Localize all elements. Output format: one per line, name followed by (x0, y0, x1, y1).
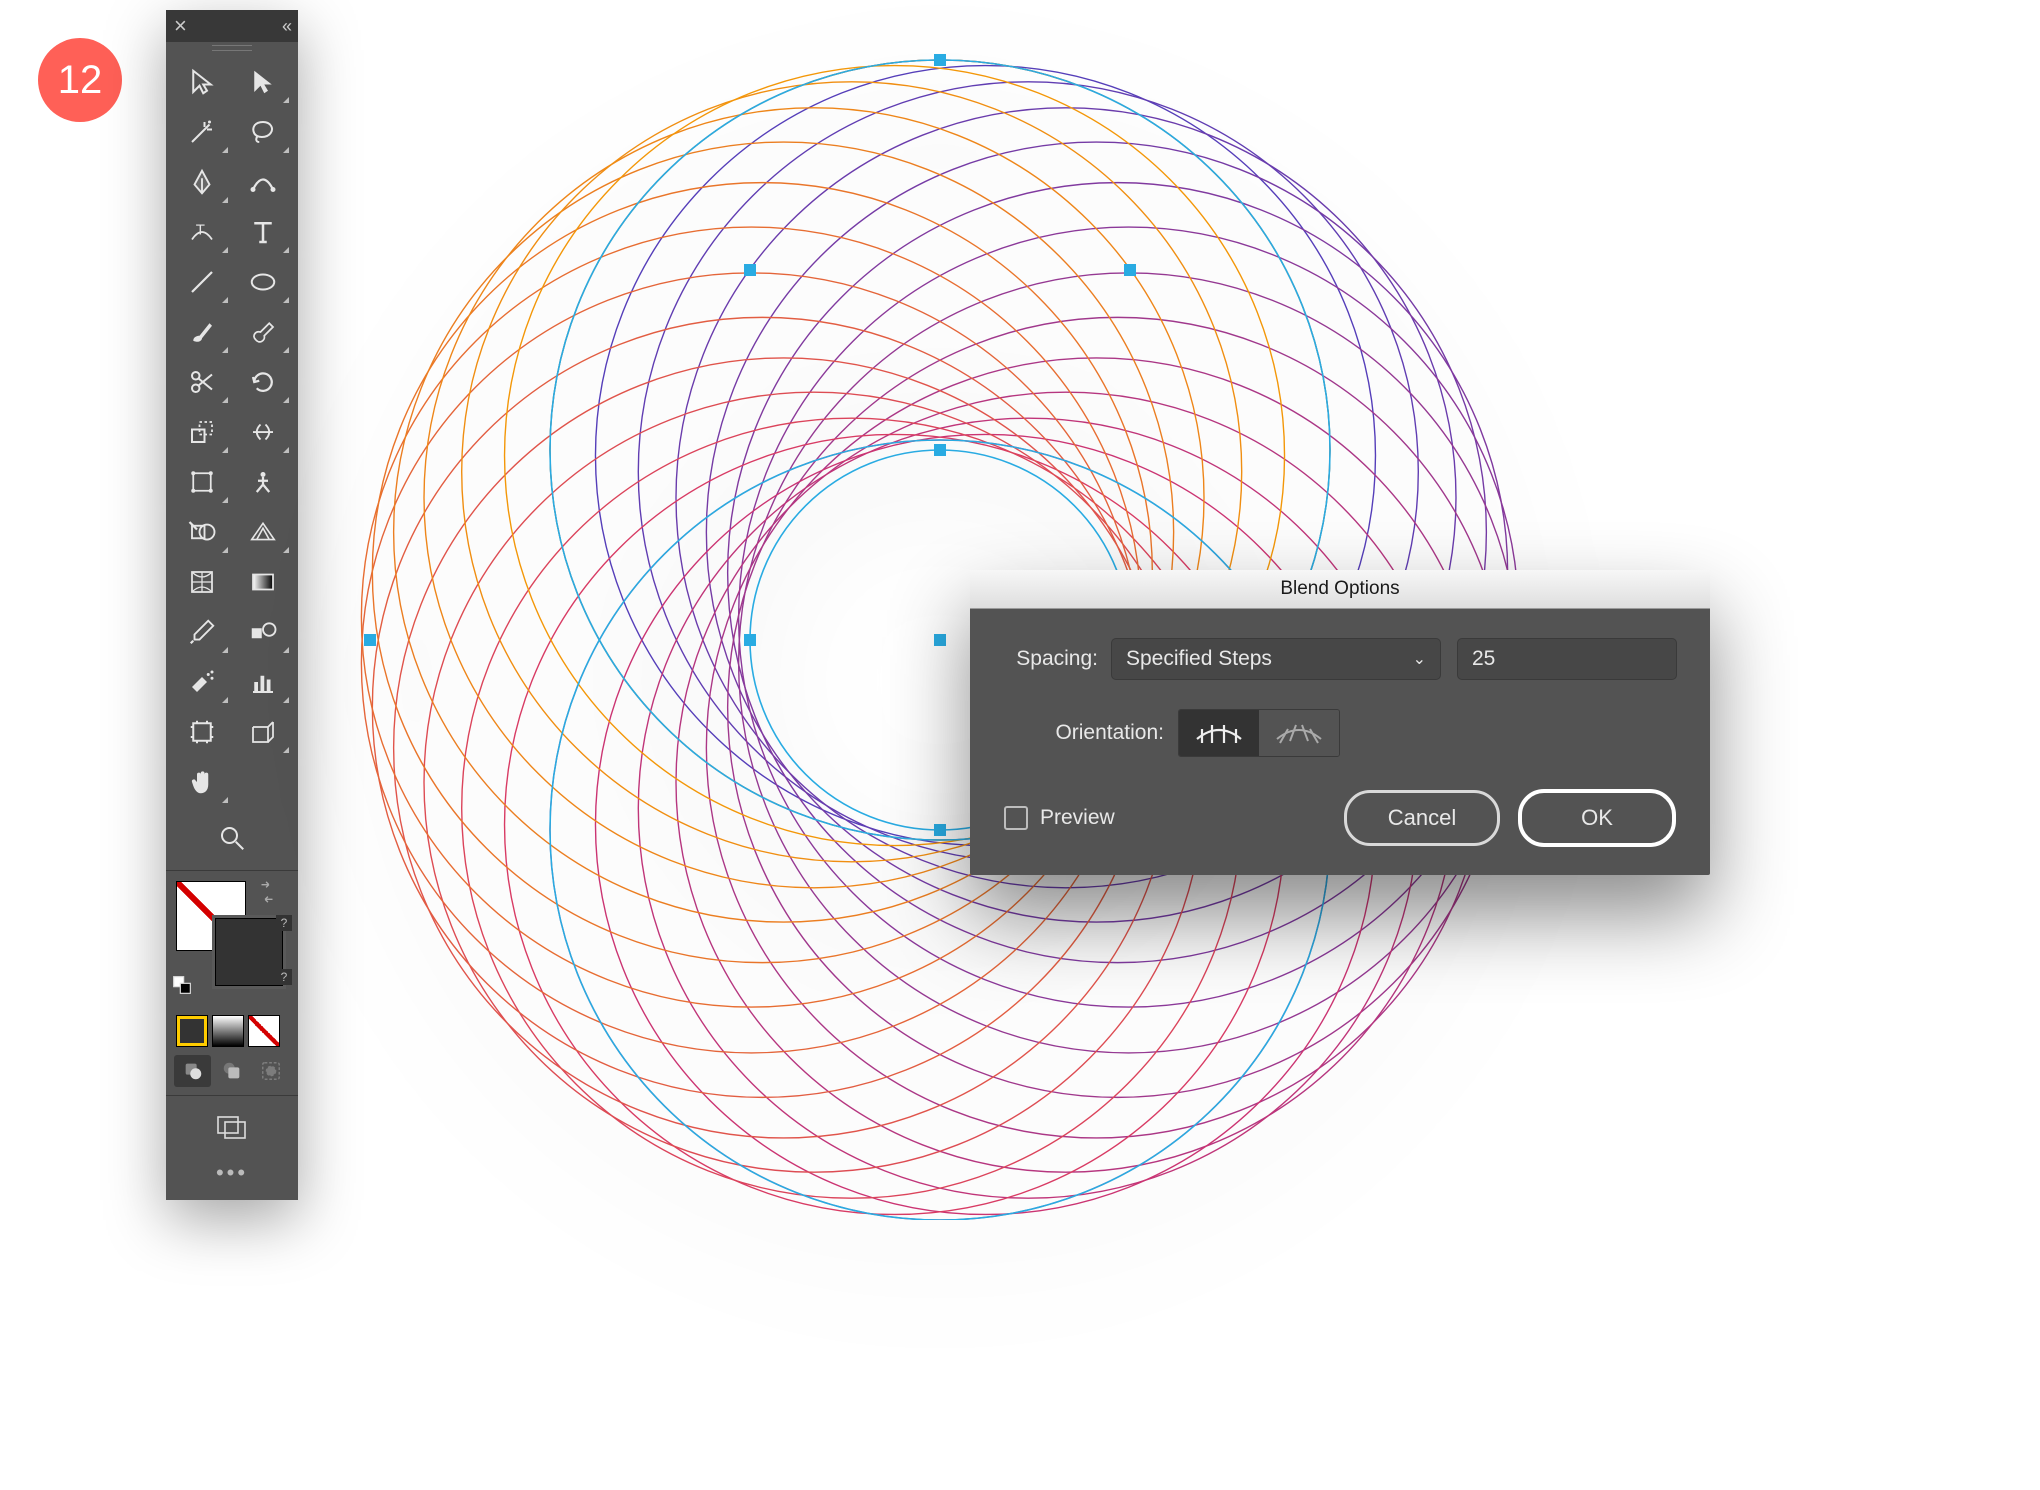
orientation-label: Orientation: (1004, 721, 1178, 745)
column-graph-tool[interactable] (233, 658, 292, 706)
hand-tool[interactable] (172, 758, 231, 806)
orientation-align-path[interactable] (1259, 710, 1339, 756)
blob-brush-tool[interactable] (233, 308, 292, 356)
scale-tool[interactable] (172, 408, 231, 456)
mesh-tool[interactable] (172, 558, 231, 606)
gradient-tool[interactable] (233, 558, 292, 606)
magic-wand-tool[interactable] (172, 108, 231, 156)
symbol-sprayer-tool[interactable] (172, 658, 231, 706)
spacing-mode-value: Specified Steps (1126, 647, 1272, 671)
eyedropper-tool[interactable] (172, 608, 231, 656)
draw-normal[interactable] (174, 1055, 211, 1087)
spacing-value: 25 (1472, 647, 1495, 671)
paintbrush-tool[interactable] (172, 308, 231, 356)
screen-mode-button[interactable] (207, 1110, 257, 1146)
collapse-icon[interactable]: « (272, 16, 298, 37)
edit-toolbar-icon[interactable]: ••• (166, 1152, 298, 1200)
color-mode-solid[interactable] (176, 1015, 208, 1047)
direct-selection-tool[interactable] (233, 58, 292, 106)
preview-checkbox[interactable] (1004, 806, 1028, 830)
color-mode-row (166, 1011, 298, 1051)
selection-tool[interactable] (172, 58, 231, 106)
ok-label: OK (1581, 805, 1613, 831)
close-icon[interactable]: × (166, 13, 195, 39)
tool-palette: × « T ? ? (166, 10, 298, 1200)
cancel-button[interactable]: Cancel (1344, 790, 1500, 846)
svg-text:T: T (195, 222, 204, 239)
puppet-warp-tool[interactable] (233, 458, 292, 506)
color-mode-none[interactable] (248, 1015, 280, 1047)
perspective-grid-tool[interactable] (233, 508, 292, 556)
zoom-tool[interactable] (199, 814, 265, 862)
artboard-tool[interactable] (172, 708, 231, 756)
type-tool[interactable] (233, 208, 292, 256)
cancel-label: Cancel (1388, 805, 1456, 831)
draw-mode-row (166, 1051, 298, 1091)
ellipse-tool[interactable] (233, 258, 292, 306)
type-on-path-tool[interactable]: T (172, 208, 231, 256)
fill-stroke-swatch[interactable]: ? ? (166, 875, 298, 1011)
preview-label: Preview (1040, 806, 1115, 830)
orientation-group (1178, 709, 1340, 757)
tool-grid: T (166, 54, 298, 810)
chevron-down-icon: ⌄ (1413, 649, 1426, 669)
ok-button[interactable]: OK (1518, 789, 1676, 847)
line-tool[interactable] (172, 258, 231, 306)
blend-tool[interactable] (233, 608, 292, 656)
spacing-value-field[interactable]: 25 (1458, 639, 1676, 679)
width-tool[interactable] (233, 408, 292, 456)
lasso-tool[interactable] (233, 108, 292, 156)
scissors-tool[interactable] (172, 358, 231, 406)
unknown-paint-icon: ? (276, 915, 292, 931)
curvature-tool[interactable] (233, 158, 292, 206)
panel-grip[interactable] (166, 42, 298, 54)
default-fill-stroke-icon[interactable] (172, 975, 192, 1000)
step-badge: 12 (38, 38, 122, 122)
color-mode-gradient[interactable] (212, 1015, 244, 1047)
draw-behind[interactable] (213, 1055, 250, 1087)
swap-fill-stroke-icon[interactable] (256, 881, 278, 908)
free-transform-tool[interactable] (172, 458, 231, 506)
palette-header: × « (166, 10, 298, 42)
unknown-paint-icon: ? (276, 969, 292, 985)
rotate-tool[interactable] (233, 358, 292, 406)
shape-builder-tool[interactable] (172, 508, 231, 556)
spacing-label: Spacing: (1004, 647, 1112, 671)
orientation-align-page[interactable] (1179, 710, 1259, 756)
blend-options-dialog: Blend Options Spacing: Specified Steps ⌄… (970, 570, 1710, 875)
slice-tool[interactable] (233, 708, 292, 756)
dialog-title: Blend Options (970, 570, 1710, 609)
spacing-mode-select[interactable]: Specified Steps ⌄ (1112, 639, 1440, 679)
draw-inside[interactable] (253, 1055, 290, 1087)
pen-tool[interactable] (172, 158, 231, 206)
stroke-swatch[interactable] (212, 915, 286, 989)
